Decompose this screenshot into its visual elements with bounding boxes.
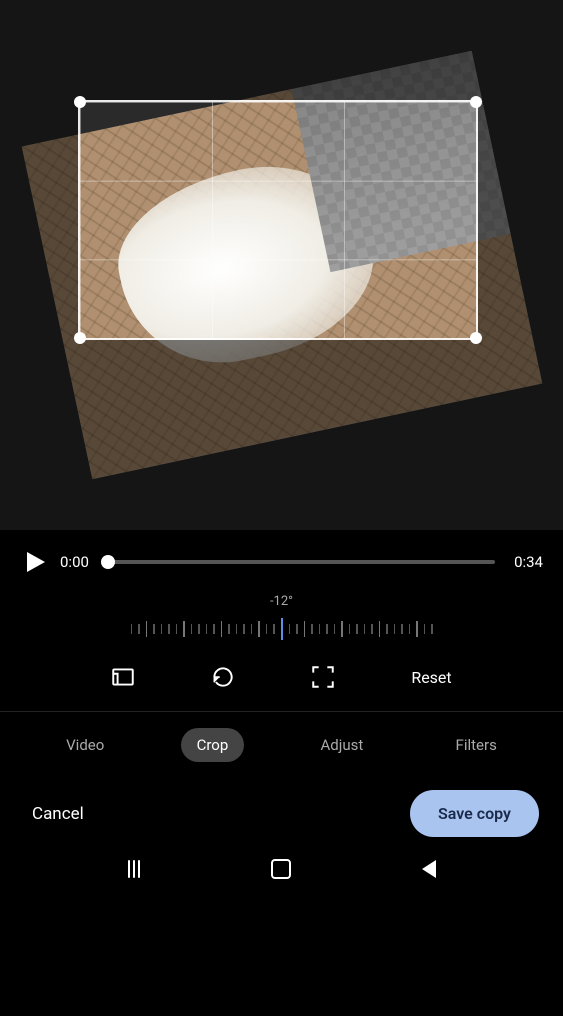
tick-center <box>281 618 283 640</box>
rotation-ruler[interactable] <box>0 615 563 643</box>
rotation-value: -12° <box>270 594 293 609</box>
crop-handle-bottom-left[interactable] <box>74 332 86 344</box>
tick <box>334 624 336 634</box>
tick <box>289 624 291 634</box>
home-button[interactable] <box>269 857 293 881</box>
tick <box>341 621 343 637</box>
system-nav-bar <box>0 847 563 897</box>
save-copy-button[interactable]: Save copy <box>410 790 539 837</box>
tick <box>394 624 396 634</box>
tick <box>153 624 155 634</box>
image-crop-area[interactable] <box>0 0 563 530</box>
tab-filters[interactable]: Filters <box>440 728 513 762</box>
edit-tools-row: Reset <box>0 643 563 711</box>
play-button[interactable] <box>20 548 48 576</box>
current-time: 0:00 <box>60 553 96 571</box>
tick <box>146 621 148 637</box>
tick <box>206 624 208 634</box>
tick <box>138 624 140 634</box>
tab-row: Video Crop Adjust Filters <box>0 712 563 778</box>
back-icon <box>422 860 436 878</box>
rotate-icon <box>210 664 236 690</box>
end-time: 0:34 <box>507 553 543 571</box>
tick <box>326 624 328 634</box>
tick <box>416 621 418 637</box>
play-icon <box>27 552 45 572</box>
recents-button[interactable] <box>122 857 146 881</box>
crop-dim-left <box>0 100 78 340</box>
rotation-indicator: -12° <box>0 586 563 643</box>
crop-frame[interactable] <box>78 100 478 340</box>
tick <box>364 624 366 634</box>
tick <box>213 624 215 634</box>
tick <box>349 624 351 634</box>
tick <box>258 621 260 637</box>
back-button[interactable] <box>417 857 441 881</box>
recents-icon <box>128 860 140 878</box>
progress-thumb[interactable] <box>101 555 115 569</box>
expand-icon <box>310 664 336 690</box>
expand-button[interactable] <box>303 657 343 697</box>
cancel-button[interactable]: Cancel <box>24 794 92 834</box>
tick <box>319 624 321 634</box>
tab-crop[interactable]: Crop <box>181 728 245 762</box>
tick <box>371 624 373 634</box>
tick <box>424 624 426 634</box>
tick <box>176 624 178 634</box>
home-icon <box>271 859 291 879</box>
aspect-ratio-icon <box>110 664 136 690</box>
tick <box>379 621 381 637</box>
playback-row: 0:00 0:34 <box>0 530 563 586</box>
tick <box>221 621 223 637</box>
tick <box>356 624 358 634</box>
crop-dim-bottom <box>0 340 563 530</box>
progress-bar[interactable] <box>108 560 495 564</box>
crop-dim-right <box>478 100 563 340</box>
tick <box>191 624 193 634</box>
tick <box>401 624 403 634</box>
aspect-ratio-button[interactable] <box>103 657 143 697</box>
tick <box>304 621 306 637</box>
rotate-button[interactable] <box>203 657 243 697</box>
action-row: Cancel Save copy <box>0 778 563 847</box>
ruler-ticks <box>131 618 433 640</box>
tick <box>183 621 185 637</box>
tick <box>386 624 388 634</box>
tick <box>236 624 238 634</box>
tick <box>311 624 313 634</box>
tick <box>251 624 253 634</box>
tick <box>161 624 163 634</box>
tab-video[interactable]: Video <box>50 728 120 762</box>
crop-handle-top-left[interactable] <box>74 96 86 108</box>
crop-handle-bottom-right[interactable] <box>470 332 482 344</box>
crop-dim-top <box>0 0 563 100</box>
tick <box>168 624 170 634</box>
tick <box>228 624 230 634</box>
reset-button[interactable]: Reset <box>403 660 459 695</box>
tick <box>198 624 200 634</box>
tick <box>243 624 245 634</box>
controls-area: 0:00 0:34 -12° <box>0 530 563 1016</box>
tick <box>296 624 298 634</box>
tick <box>266 624 268 634</box>
tick <box>273 624 275 634</box>
crop-handle-top-right[interactable] <box>470 96 482 108</box>
tick <box>431 624 433 634</box>
tick <box>409 624 411 634</box>
tab-adjust[interactable]: Adjust <box>305 728 380 762</box>
tick <box>131 624 133 634</box>
